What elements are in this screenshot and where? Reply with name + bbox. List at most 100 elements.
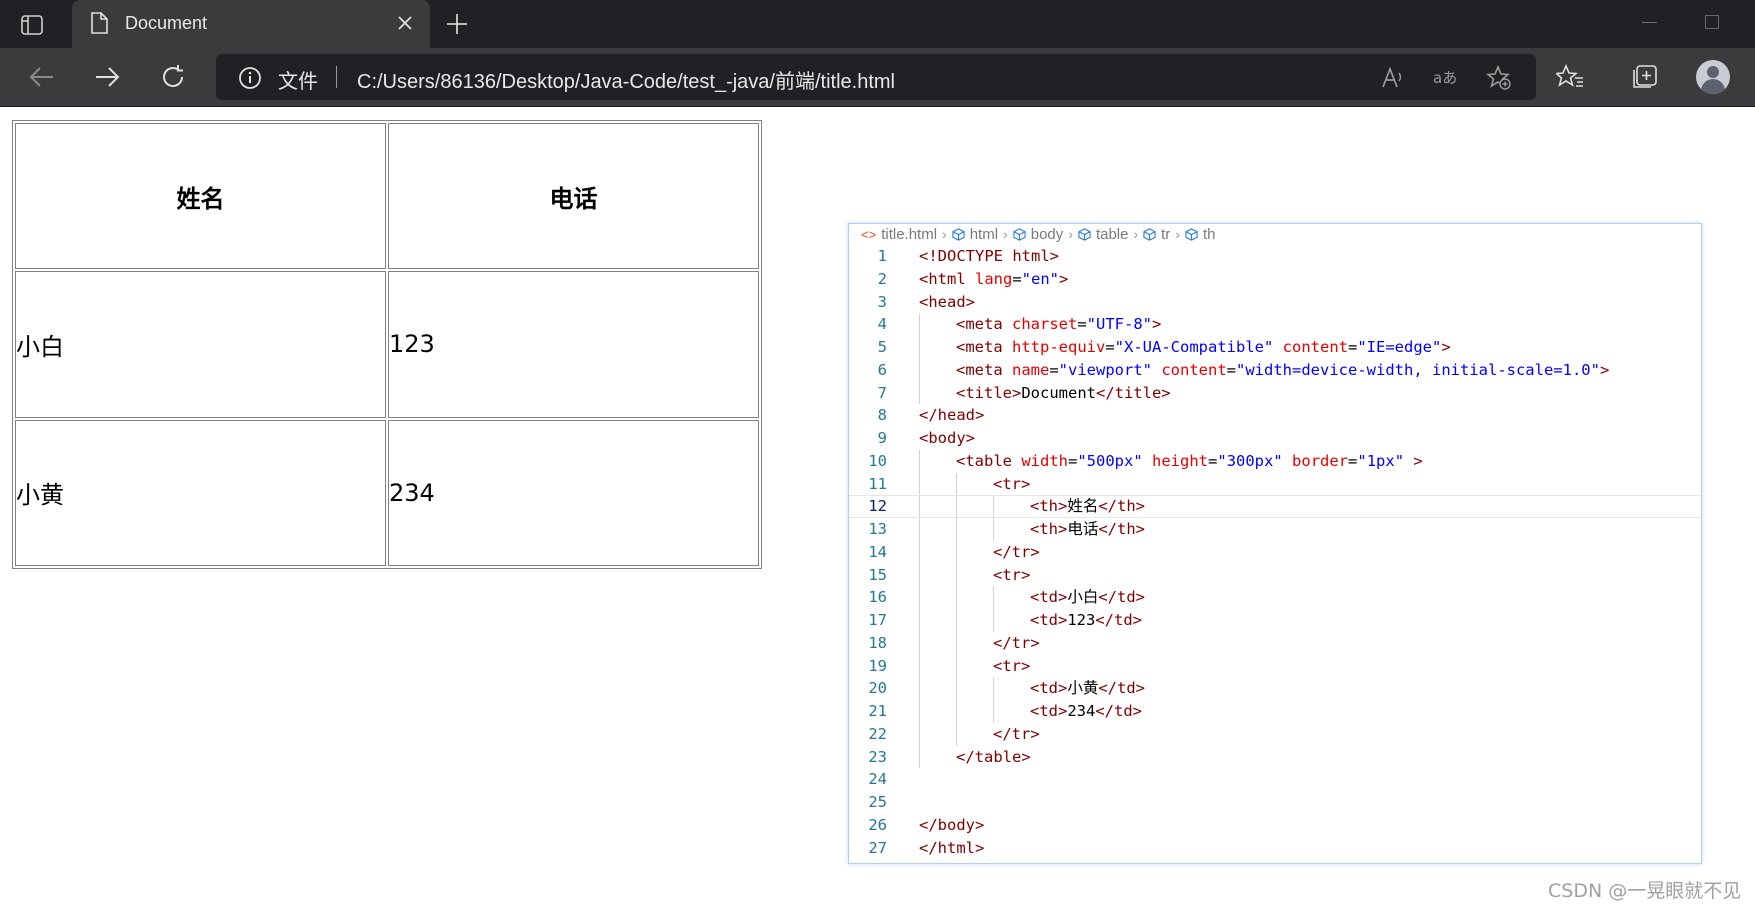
code-token: <tr> <box>993 474 1031 493</box>
code-line: 11 <tr> <box>849 472 1701 496</box>
collections-icon[interactable] <box>1631 63 1659 91</box>
code-token: content <box>1282 338 1348 356</box>
active-tab[interactable]: Document <box>72 0 430 48</box>
plus-icon[interactable] <box>444 11 470 41</box>
indent-guide <box>919 540 920 564</box>
line-number: 8 <box>877 406 887 425</box>
code-token: <tr> <box>993 656 1031 675</box>
code-text: <th>电话</th> <box>1030 518 1145 541</box>
code-token: 123 <box>1067 611 1096 629</box>
minimize-button[interactable] <box>1642 22 1657 23</box>
element-cube-icon <box>1143 227 1156 241</box>
indent-guide <box>919 677 920 700</box>
back-arrow-icon[interactable] <box>28 63 56 91</box>
page-icon <box>90 12 108 38</box>
line-number: 21 <box>868 702 887 720</box>
indent-guide <box>956 677 957 700</box>
indent-guide <box>919 586 920 609</box>
table-cell: 小黄 <box>15 419 386 566</box>
code-text: </head> <box>919 404 984 427</box>
code-line: 27 </html> <box>849 837 1701 860</box>
code-line: 7 <title>Document</title> <box>849 381 1701 405</box>
add-favorite-icon[interactable] <box>1486 65 1512 91</box>
code-token: </tr> <box>993 542 1040 561</box>
table-header-cell: 电话 <box>388 123 759 270</box>
code-text: </tr> <box>993 723 1040 746</box>
table-cell: 小白 <box>15 271 386 418</box>
code-text: <body> <box>919 427 975 450</box>
code-line: 23 </table> <box>849 745 1701 769</box>
code-token: = <box>1208 451 1218 470</box>
code-token: <td> <box>1030 702 1068 720</box>
indent-guide <box>993 609 994 632</box>
avatar[interactable] <box>1696 60 1730 94</box>
indent-guide <box>956 496 957 517</box>
watermark: CSDN @一晃眼就不见 <box>1548 880 1742 902</box>
code-token: <title> <box>956 383 1022 402</box>
code-token: 小白 <box>1067 588 1099 607</box>
code-token: = <box>1105 338 1115 356</box>
address-bar[interactable]: 文件 C:/Users/86136/Desktop/Java-Code/test… <box>216 54 1536 100</box>
close-icon[interactable] <box>396 14 414 36</box>
tab-title: Document <box>125 13 208 33</box>
line-number: 1 <box>877 247 887 265</box>
code-token: </td> <box>1095 611 1142 629</box>
code-token: = <box>1347 338 1358 356</box>
breadcrumb-item[interactable]: table <box>1096 226 1129 243</box>
code-token: <head> <box>919 292 975 311</box>
breadcrumb-item[interactable]: th <box>1203 226 1216 243</box>
line-number: 18 <box>868 633 887 652</box>
favorites-icon[interactable] <box>1556 63 1584 91</box>
indent-guide <box>993 700 994 723</box>
breadcrumb-item[interactable]: tr <box>1161 226 1170 243</box>
translate-icon[interactable]: aあ <box>1433 65 1459 91</box>
line-number: 25 <box>868 793 887 811</box>
code-token: <td> <box>1030 679 1068 698</box>
breadcrumb-item[interactable]: html <box>970 226 998 243</box>
code-editor-screenshot: <> title.html › html › body › table › tr… <box>848 223 1702 864</box>
code-token: </body> <box>919 815 985 834</box>
chevron-right-icon: › <box>942 226 947 242</box>
address-url[interactable]: C:/Users/86136/Desktop/Java-Code/test_-j… <box>357 65 895 94</box>
read-aloud-icon[interactable] <box>1380 65 1406 91</box>
code-line: 13 <th>电话</th> <box>849 518 1701 541</box>
code-line: 21 <td>234</td> <box>849 700 1701 723</box>
line-number: 24 <box>868 770 887 789</box>
code-line: 25 <box>849 791 1701 814</box>
chevron-right-icon: › <box>1068 226 1073 242</box>
code-line: 17 <td>123</td> <box>849 609 1701 632</box>
line-number: 4 <box>877 315 887 334</box>
code-text: <meta charset="UTF-8"> <box>956 313 1161 336</box>
indent-guide <box>919 700 920 723</box>
code-token: = <box>1068 451 1078 470</box>
line-number: 7 <box>877 383 887 402</box>
breadcrumb-item[interactable]: title.html <box>881 226 937 243</box>
forward-arrow-icon[interactable] <box>93 63 121 91</box>
refresh-icon[interactable] <box>159 63 187 91</box>
code-token: "X-UA-Compatible" <box>1114 338 1274 356</box>
code-token: <html <box>919 269 975 288</box>
tab-list-icon[interactable] <box>18 11 46 39</box>
indent-guide <box>919 313 920 336</box>
table-cell: 123 <box>388 271 759 418</box>
code-line: 24 <box>849 768 1701 791</box>
line-number: 15 <box>868 565 887 584</box>
code-line: 5 <meta http-equiv="X-UA-Compatible" cont… <box>849 336 1701 359</box>
indent-guide <box>956 518 957 541</box>
element-cube-icon <box>1185 227 1198 241</box>
maximize-button[interactable] <box>1705 15 1719 29</box>
indent-guide <box>919 496 920 517</box>
breadcrumb-item[interactable]: body <box>1031 226 1064 243</box>
code-token: </td> <box>1098 679 1146 698</box>
code-token: </table> <box>956 747 1031 766</box>
code-token: </head> <box>919 406 985 425</box>
indent-guide <box>919 745 920 769</box>
svg-text:aあ: aあ <box>1433 69 1457 87</box>
code-token: = <box>1226 360 1237 379</box>
info-icon[interactable] <box>238 66 262 94</box>
line-number: 20 <box>868 679 887 698</box>
element-cube-icon <box>952 227 965 241</box>
code-token: border <box>1292 451 1349 470</box>
code-token: "300px" <box>1217 451 1283 470</box>
